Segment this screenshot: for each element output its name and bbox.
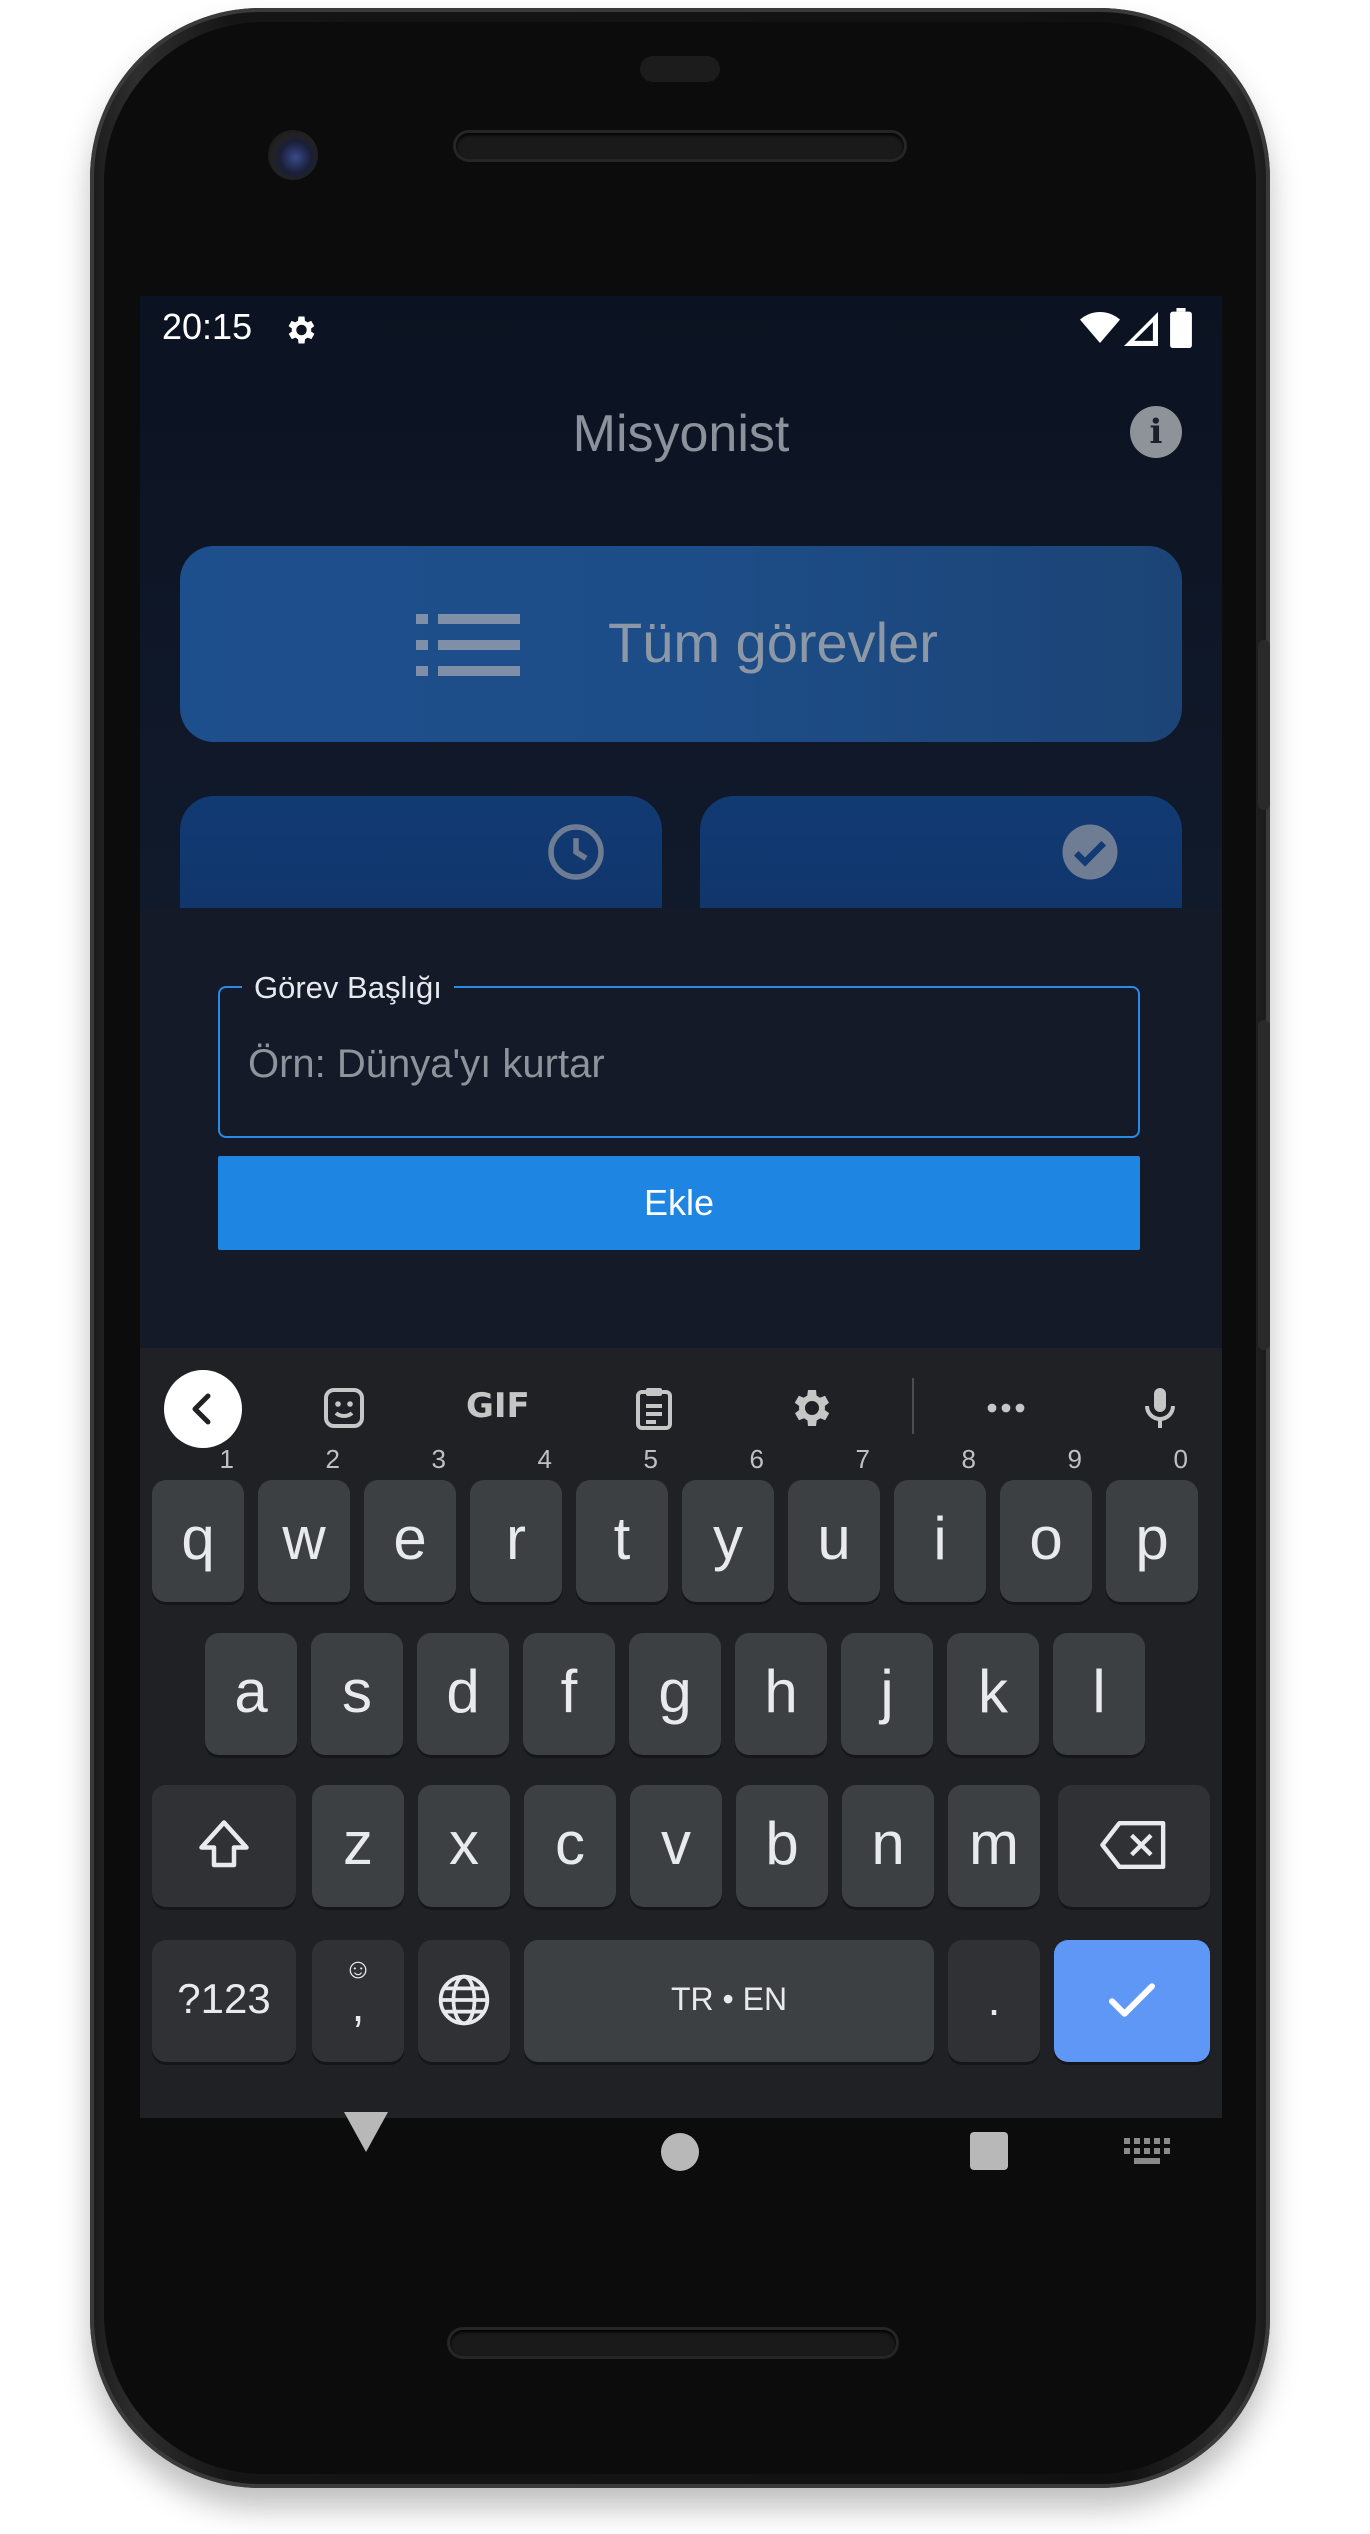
nav-recents-icon[interactable]: [970, 2132, 1008, 2170]
screen: 20:15 Misyonist i Tüm görevler Örn: Düny…: [140, 296, 1222, 2118]
key-s[interactable]: s: [311, 1633, 403, 1755]
gif-icon[interactable]: GIF: [466, 1386, 530, 1426]
shift-key[interactable]: [152, 1785, 296, 1907]
key-c[interactable]: c: [524, 1785, 616, 1907]
key-hint: 1: [219, 1444, 234, 1474]
key-u[interactable]: u7: [788, 1444, 880, 1602]
language-key[interactable]: [418, 1940, 510, 2062]
key-label: w: [282, 1505, 326, 1572]
key-a[interactable]: a: [205, 1633, 297, 1755]
key-hint: 8: [961, 1444, 976, 1474]
key-label: y: [713, 1505, 743, 1572]
globe-icon: [438, 1974, 490, 2026]
battery-icon: [1170, 308, 1192, 348]
symbols-key[interactable]: ?123: [152, 1940, 296, 2062]
front-camera: [268, 130, 318, 180]
keyboard: GIF ?123 ☺ , TR • EN . q 1 w 2 e 3 r 4 t…: [140, 1348, 1222, 2118]
key-t[interactable]: t5: [576, 1444, 668, 1602]
clock-icon: [548, 824, 604, 880]
mic-icon[interactable]: [1136, 1384, 1184, 1432]
sticker-icon[interactable]: [320, 1384, 368, 1432]
key-hint: 7: [855, 1444, 870, 1474]
signal-icon: [1124, 312, 1158, 346]
key-label: r: [506, 1505, 526, 1572]
settings-icon[interactable]: [786, 1384, 834, 1432]
key-g[interactable]: g: [629, 1633, 721, 1755]
key-b[interactable]: b: [736, 1785, 828, 1907]
status-time: 20:15: [162, 306, 253, 347]
all-tasks-button[interactable]: Tüm görevler: [180, 546, 1182, 742]
earpiece-speaker: [456, 133, 904, 159]
key-n[interactable]: n: [842, 1785, 934, 1907]
key-r[interactable]: r4: [470, 1444, 562, 1602]
nav-back-icon[interactable]: [344, 2112, 388, 2152]
key-label: o: [1029, 1505, 1063, 1572]
key-p[interactable]: p0: [1106, 1444, 1198, 1602]
check-circle-icon: [1062, 824, 1118, 880]
task-title-input[interactable]: [248, 1034, 1108, 1094]
add-button[interactable]: Ekle: [218, 1156, 1140, 1250]
info-icon[interactable]: i: [1130, 406, 1182, 458]
key-h[interactable]: h: [735, 1633, 827, 1755]
key-d[interactable]: d: [417, 1633, 509, 1755]
all-tasks-label: Tüm görevler: [608, 611, 938, 674]
key-label: i: [933, 1505, 947, 1572]
comma-label: ,: [351, 1979, 365, 2031]
key-y[interactable]: y6: [682, 1444, 774, 1602]
key-v[interactable]: v: [630, 1785, 722, 1907]
toolbar-divider: [912, 1378, 914, 1434]
key-hint: 0: [1173, 1444, 1188, 1474]
key-o[interactable]: o9: [1000, 1444, 1092, 1602]
key-label: u: [817, 1505, 851, 1572]
key-label: p: [1135, 1505, 1169, 1572]
key-e[interactable]: e3: [364, 1444, 456, 1602]
key-k[interactable]: k: [947, 1633, 1039, 1755]
key-hint: 9: [1067, 1444, 1082, 1474]
status-bar: 20:15: [140, 296, 1222, 360]
keyboard-toolbar: GIF: [140, 1348, 1222, 1462]
key-m[interactable]: m: [948, 1785, 1040, 1907]
back-icon[interactable]: [164, 1370, 242, 1448]
more-icon[interactable]: [982, 1384, 1030, 1432]
backspace-key[interactable]: [1058, 1785, 1210, 1907]
key-label: t: [613, 1505, 631, 1572]
clipboard-icon[interactable]: [630, 1384, 678, 1432]
key-j[interactable]: j: [841, 1633, 933, 1755]
power-button: [1258, 1020, 1270, 1350]
task-title-field[interactable]: [218, 986, 1140, 1138]
check-icon: [1109, 1983, 1155, 2017]
key-label: q: [181, 1505, 215, 1572]
period-key[interactable]: .: [948, 1940, 1040, 2062]
key-hint: 2: [325, 1444, 340, 1474]
key-l[interactable]: l: [1053, 1633, 1145, 1755]
nav-home-icon[interactable]: [661, 2133, 699, 2171]
key-hint: 5: [643, 1444, 658, 1474]
key-x[interactable]: x: [418, 1785, 510, 1907]
key-hint: 4: [537, 1444, 552, 1474]
wifi-icon: [1080, 312, 1120, 343]
volume-button: [1258, 640, 1270, 810]
key-w[interactable]: w2: [258, 1444, 350, 1602]
task-title-label: Görev Başlığı: [242, 970, 454, 1006]
keyboard-switch-icon[interactable]: [1124, 2138, 1170, 2164]
key-hint: 6: [749, 1444, 764, 1474]
emoji-comma-key[interactable]: ☺ ,: [312, 1940, 404, 2062]
enter-key[interactable]: [1054, 1940, 1210, 2062]
space-key[interactable]: TR • EN: [524, 1940, 934, 2062]
bottom-speaker: [450, 2330, 896, 2356]
page-title: Misyonist: [572, 405, 790, 463]
gear-icon: [288, 316, 315, 344]
key-hint: 3: [431, 1444, 446, 1474]
key-z[interactable]: z: [312, 1785, 404, 1907]
list-icon: [416, 614, 520, 676]
add-task-sheet: Görev Başlığı Ekle: [140, 908, 1222, 1348]
key-i[interactable]: i8: [894, 1444, 986, 1602]
proximity-sensor: [640, 56, 720, 82]
key-label: e: [393, 1505, 427, 1572]
key-f[interactable]: f: [523, 1633, 615, 1755]
key-q[interactable]: q1: [152, 1444, 244, 1602]
